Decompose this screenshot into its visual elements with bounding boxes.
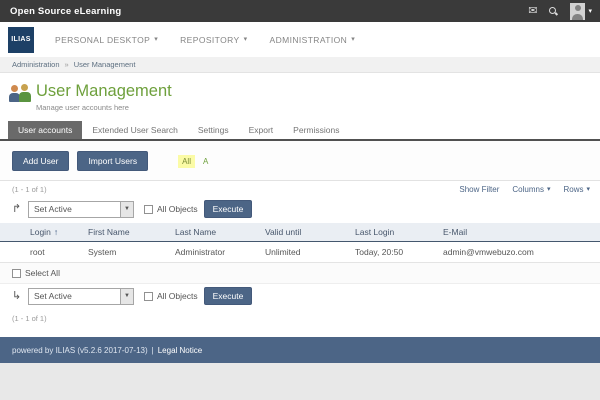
footer: powered by ILIAS (v5.2.6 2017-07-13) | L… <box>0 337 600 363</box>
column-header-first-name[interactable]: First Name <box>88 223 175 242</box>
page-header: User Management Manage user accounts her… <box>0 73 600 117</box>
pagination-top: (1 - 1 of 1) <box>12 185 47 194</box>
letter-filter: All A <box>178 155 208 168</box>
select-arrow-button: ▼ <box>120 202 133 217</box>
all-objects-label-top: All Objects <box>157 204 198 214</box>
footer-separator: | <box>152 346 154 355</box>
cell-login[interactable]: root <box>0 242 88 263</box>
ilias-app-window: Open Source eLearning ✉ ▾ ILIAS PERSONAL… <box>0 0 600 400</box>
all-objects-checkbox-top[interactable] <box>144 205 153 214</box>
site-title: Open Source eLearning <box>10 6 121 17</box>
select-all-row: Select All <box>0 263 600 284</box>
breadcrumb-user-management[interactable]: User Management <box>74 60 136 69</box>
nav-item-administration[interactable]: ADMINISTRATION ▾ <box>259 29 367 51</box>
table-row: root System Administrator Unlimited Toda… <box>0 242 600 263</box>
letter-filter-all[interactable]: All <box>178 155 195 168</box>
legal-notice-link[interactable]: Legal Notice <box>158 346 202 355</box>
top-bar: Open Source eLearning ✉ ▾ <box>0 0 600 22</box>
tab-bar: User accounts Extended User Search Setti… <box>0 121 600 141</box>
page-subtitle: Manage user accounts here <box>36 103 600 112</box>
cell-email: admin@vmwebuzo.com <box>443 242 600 263</box>
users-icon <box>9 84 33 106</box>
avatar <box>570 3 585 20</box>
user-menu[interactable]: ▾ <box>570 3 592 20</box>
rows-label: Rows <box>563 185 583 194</box>
column-header-valid-until[interactable]: Valid until <box>265 223 355 242</box>
column-header-email[interactable]: E-Mail <box>443 223 600 242</box>
columns-dropdown[interactable]: Columns ▾ <box>512 185 550 194</box>
ilias-logo[interactable]: ILIAS <box>8 27 34 53</box>
nav-item-label: PERSONAL DESKTOP <box>55 35 150 45</box>
powered-by-text: powered by ILIAS (v5.2.6 2017-07-13) <box>12 346 148 355</box>
sort-ascending-icon: ↑ <box>54 227 58 237</box>
user-table: Login↑ First Name Last Name Valid until … <box>0 223 600 263</box>
column-header-last-name[interactable]: Last Name <box>175 223 265 242</box>
action-select-value: Set Active <box>29 291 120 301</box>
select-all-label: Select All <box>25 268 60 278</box>
breadcrumb-separator: » <box>65 60 69 69</box>
cell-first-name: System <box>88 242 175 263</box>
nav-item-repository[interactable]: REPOSITORY ▾ <box>169 29 258 51</box>
mail-icon[interactable]: ✉ <box>528 6 537 17</box>
cell-last-login: Today, 20:50 <box>355 242 443 263</box>
action-select-top[interactable]: Set Active ▼ <box>28 201 134 218</box>
chevron-down-icon: ▾ <box>244 36 248 43</box>
column-header-login[interactable]: Login↑ <box>0 223 88 242</box>
table-view-links: Show Filter Columns ▾ Rows ▾ <box>459 185 590 194</box>
page-background <box>0 363 600 400</box>
chevron-down-icon: ▾ <box>547 186 551 193</box>
table-actions-top: ↱ Set Active ▼ All Objects Execute <box>0 197 600 223</box>
pagination-bottom: (1 - 1 of 1) <box>12 314 47 323</box>
all-objects-checkbox-bottom[interactable] <box>144 292 153 301</box>
breadcrumb: Administration » User Management <box>0 57 600 73</box>
add-user-button[interactable]: Add User <box>12 151 69 171</box>
rows-dropdown[interactable]: Rows ▾ <box>563 185 590 194</box>
cell-last-name: Administrator <box>175 242 265 263</box>
columns-label: Columns <box>512 185 544 194</box>
column-header-label: Login <box>30 227 51 237</box>
nav-items: PERSONAL DESKTOP ▾ REPOSITORY ▾ ADMINIST… <box>44 29 366 51</box>
search-icon[interactable] <box>548 6 559 17</box>
content-spacer <box>0 326 600 337</box>
tab-settings[interactable]: Settings <box>188 121 239 139</box>
apply-to-selection-icon: ↳ <box>12 291 22 302</box>
nav-item-label: ADMINISTRATION <box>270 35 348 45</box>
breadcrumb-administration[interactable]: Administration <box>12 60 60 69</box>
execute-button-bottom[interactable]: Execute <box>204 287 253 305</box>
select-all-checkbox[interactable] <box>12 269 21 278</box>
main-navbar: ILIAS PERSONAL DESKTOP ▾ REPOSITORY ▾ AD… <box>0 22 600 57</box>
nav-item-label: REPOSITORY <box>180 35 239 45</box>
letter-filter-a[interactable]: A <box>203 157 208 166</box>
table-header-row: Login↑ First Name Last Name Valid until … <box>0 223 600 242</box>
execute-button-top[interactable]: Execute <box>204 200 253 218</box>
action-select-bottom[interactable]: Set Active ▼ <box>28 288 134 305</box>
tab-permissions[interactable]: Permissions <box>283 121 349 139</box>
action-select-value: Set Active <box>29 204 120 214</box>
tab-extended-user-search[interactable]: Extended User Search <box>82 121 188 139</box>
nav-item-personal-desktop[interactable]: PERSONAL DESKTOP ▾ <box>44 29 169 51</box>
chevron-down-icon: ▾ <box>154 36 158 43</box>
page-title: User Management <box>36 82 600 101</box>
apply-to-selection-icon: ↱ <box>12 204 22 215</box>
tab-user-accounts[interactable]: User accounts <box>8 121 82 139</box>
import-users-button[interactable]: Import Users <box>77 151 148 171</box>
cell-valid-until: Unlimited <box>265 242 355 263</box>
tab-export[interactable]: Export <box>239 121 284 139</box>
table-actions-bottom: ↳ Set Active ▼ All Objects Execute <box>0 284 600 310</box>
chevron-down-icon: ▾ <box>586 186 590 193</box>
table-meta-bottom: (1 - 1 of 1) <box>0 310 600 326</box>
show-filter-link[interactable]: Show Filter <box>459 185 499 194</box>
column-header-last-login[interactable]: Last Login <box>355 223 443 242</box>
topbar-actions: ✉ ▾ <box>528 3 592 20</box>
toolbar: Add User Import Users All A <box>0 141 600 181</box>
chevron-down-icon: ▾ <box>351 36 355 43</box>
table-meta-top: (1 - 1 of 1) Show Filter Columns ▾ Rows … <box>0 181 600 197</box>
chevron-down-icon: ▾ <box>588 8 592 15</box>
all-objects-label-bottom: All Objects <box>157 291 198 301</box>
select-arrow-button: ▼ <box>120 289 133 304</box>
